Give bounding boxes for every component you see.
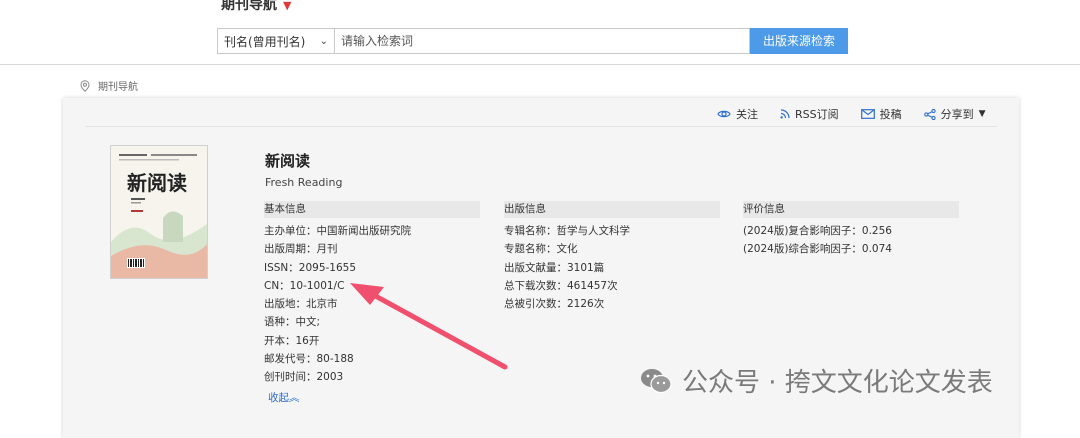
panel-divider <box>85 126 997 127</box>
breadcrumb-item[interactable]: 期刊导航 <box>98 78 138 93</box>
collapse-label: 收起 <box>268 392 289 404</box>
annotation-arrow-icon <box>350 283 508 370</box>
submit-button[interactable]: 投稿 <box>860 106 902 122</box>
chevron-up-icon: ︽ <box>289 392 300 404</box>
search-input[interactable]: 请输入检索词 <box>335 28 750 54</box>
info-row-period: 出版周期：月刊 <box>264 243 338 256</box>
follow-button[interactable]: 关注 <box>717 106 758 122</box>
follow-label: 关注 <box>736 108 758 121</box>
wechat-icon <box>641 368 672 393</box>
rss-icon <box>780 109 790 119</box>
submit-label: 投稿 <box>879 108 902 121</box>
location-pin-icon <box>80 79 90 92</box>
info-row-sponsor: 主办单位：中国新闻出版研究院 <box>264 225 411 237</box>
info-row-album: 专辑名称：哲学与人文科学 <box>504 225 630 237</box>
share-icon <box>923 108 936 120</box>
info-row-comprehensive-if: (2024版)综合影响因子：0.074 <box>743 243 892 256</box>
journal-english-title: Fresh Reading <box>265 176 343 189</box>
rss-label: RSS订阅 <box>795 108 839 121</box>
share-label: 分享到 <box>940 108 974 121</box>
journal-title: 新阅读 <box>265 152 311 170</box>
evaluation-info-heading: 评价信息 <box>743 201 959 218</box>
info-row-topic: 专题名称：文化 <box>504 243 578 256</box>
eye-icon <box>717 110 731 118</box>
cover-title-text: 新阅读 <box>127 171 187 195</box>
header-divider <box>0 64 1080 65</box>
journal-cover-image: 新阅读 <box>110 145 208 279</box>
search-button[interactable]: 出版来源检索 <box>750 28 848 54</box>
evaluation-info-section: 评价信息 (2024版)复合影响因子：0.256 (2024版)综合影响因子：0… <box>743 201 959 259</box>
info-row-count: 出版文献量：3101篇 <box>504 261 605 274</box>
breadcrumb: 期刊导航 <box>80 78 138 93</box>
envelope-icon <box>860 109 875 119</box>
info-row-citations: 总被引次数：2126次 <box>504 298 605 311</box>
collapse-link[interactable]: 收起︽ <box>268 390 300 405</box>
chevron-down-icon: ⌄ <box>319 35 328 47</box>
rss-button[interactable]: RSS订阅 <box>780 106 839 122</box>
search-field-select[interactable]: 刊名(曾用刊名) ⌄ <box>217 28 335 54</box>
publish-info-heading: 出版信息 <box>504 201 720 218</box>
info-row-composite-if: (2024版)复合影响因子：0.256 <box>743 225 892 237</box>
search-bar: 刊名(曾用刊名) ⌄ 请输入检索词 出版来源检索 <box>217 28 848 54</box>
journal-nav-title[interactable]: 期刊导航 ▼ <box>221 0 291 14</box>
share-button[interactable]: 分享到 ▼ <box>923 106 986 122</box>
watermark-text: 公众号 · 挎文文化论文发表 <box>682 368 993 398</box>
action-bar: 关注 RSS订阅 投稿 分享到 ▼ <box>717 106 1008 122</box>
caret-down-icon: ▼ <box>978 109 986 119</box>
watermark: 公众号 · 挎文文化论文发表 <box>640 362 993 399</box>
journal-nav-label: 期刊导航 <box>221 0 277 13</box>
publish-info-section: 出版信息 专辑名称：哲学与人文科学 专题名称：文化 出版文献量：3101篇 总下… <box>504 201 720 313</box>
info-row-downloads: 总下载次数：461457次 <box>504 279 618 292</box>
basic-info-heading: 基本信息 <box>264 201 480 218</box>
search-field-select-value: 刊名(曾用刊名) <box>224 34 306 49</box>
dropdown-caret-icon[interactable]: ▼ <box>283 0 291 12</box>
